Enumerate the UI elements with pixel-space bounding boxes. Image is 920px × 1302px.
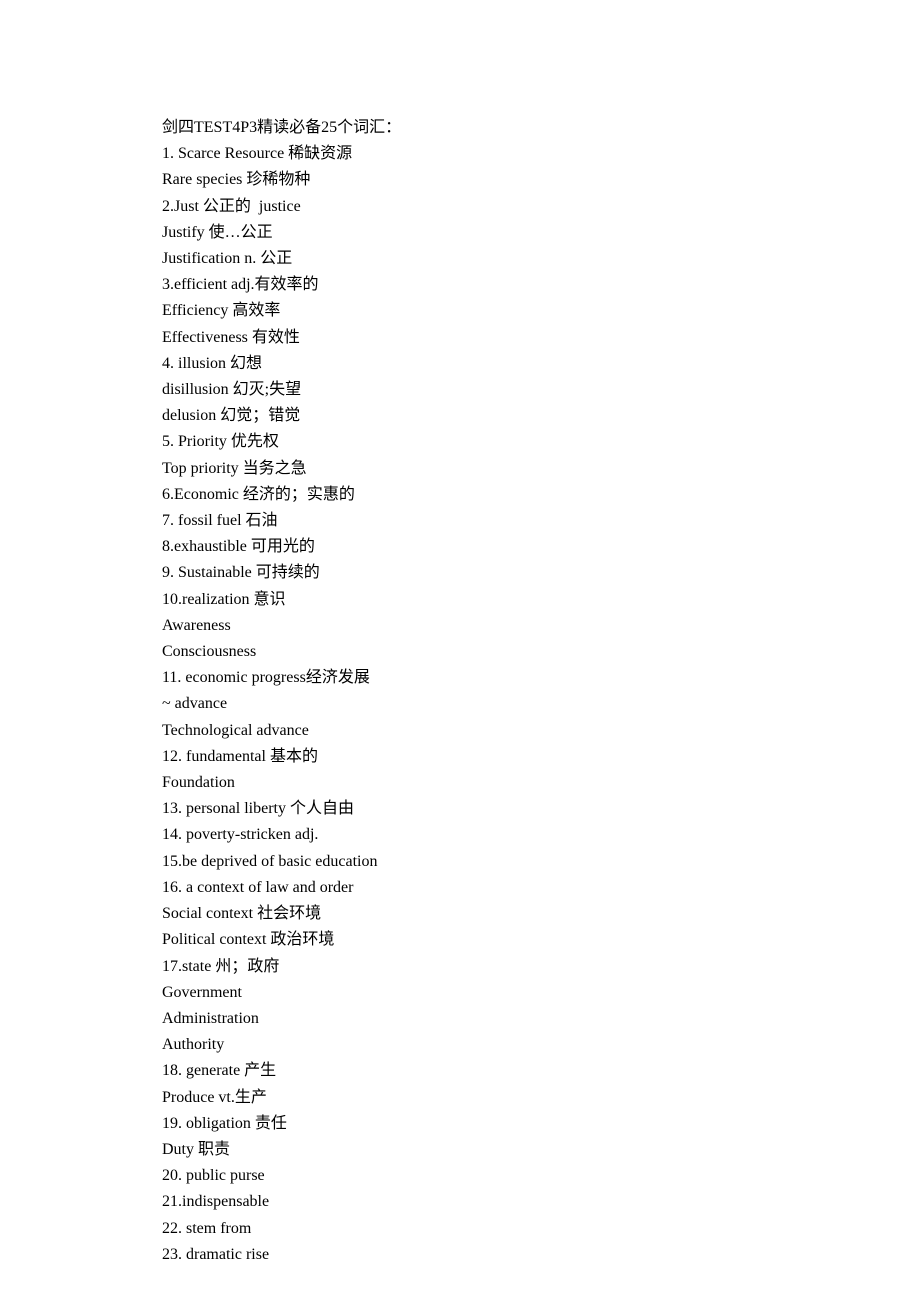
text-line: Social context 社会环境 [162, 901, 920, 927]
text-line: Administration [162, 1006, 920, 1032]
text-line: 2.Just 公正的 justice [162, 194, 920, 220]
text-line: 8.exhaustible 可用光的 [162, 534, 920, 560]
text-line: 22. stem from [162, 1216, 920, 1242]
text-line: Efficiency 高效率 [162, 298, 920, 324]
text-line: Awareness [162, 613, 920, 639]
text-line: 4. illusion 幻想 [162, 351, 920, 377]
text-line: 15.be deprived of basic education [162, 849, 920, 875]
text-line: 16. a context of law and order [162, 875, 920, 901]
text-line: Produce vt.生产 [162, 1085, 920, 1111]
text-line: 18. generate 产生 [162, 1058, 920, 1084]
text-line: 12. fundamental 基本的 [162, 744, 920, 770]
text-line: Top priority 当务之急 [162, 456, 920, 482]
document-page: 剑四TEST4P3精读必备25个词汇： 1. Scarce Resource 稀… [0, 0, 920, 1268]
text-line: 10.realization 意识 [162, 587, 920, 613]
text-line: disillusion 幻灭;失望 [162, 377, 920, 403]
text-line: 17.state 州；政府 [162, 954, 920, 980]
text-line: Technological advance [162, 718, 920, 744]
text-line: 5. Priority 优先权 [162, 429, 920, 455]
text-line: 9. Sustainable 可持续的 [162, 560, 920, 586]
text-line: Rare species 珍稀物种 [162, 167, 920, 193]
text-line: Political context 政治环境 [162, 927, 920, 953]
text-line: Justification n. 公正 [162, 246, 920, 272]
text-line: 13. personal liberty 个人自由 [162, 796, 920, 822]
text-line: 19. obligation 责任 [162, 1111, 920, 1137]
text-line: Justify 使…公正 [162, 220, 920, 246]
text-line: 14. poverty-stricken adj. [162, 822, 920, 848]
text-line: Authority [162, 1032, 920, 1058]
text-line: 3.efficient adj.有效率的 [162, 272, 920, 298]
text-line: 11. economic progress经济发展 [162, 665, 920, 691]
text-line: Foundation [162, 770, 920, 796]
text-line: delusion 幻觉；错觉 [162, 403, 920, 429]
text-line: 1. Scarce Resource 稀缺资源 [162, 141, 920, 167]
text-line: 23. dramatic rise [162, 1242, 920, 1268]
text-line: 7. fossil fuel 石油 [162, 508, 920, 534]
text-line: ~ advance [162, 691, 920, 717]
text-line: 20. public purse [162, 1163, 920, 1189]
text-line: Government [162, 980, 920, 1006]
text-line: Consciousness [162, 639, 920, 665]
text-line: Duty 职责 [162, 1137, 920, 1163]
text-line: 6.Economic 经济的；实惠的 [162, 482, 920, 508]
text-line: 剑四TEST4P3精读必备25个词汇： [162, 115, 920, 141]
text-line: 21.indispensable [162, 1189, 920, 1215]
text-line: Effectiveness 有效性 [162, 325, 920, 351]
